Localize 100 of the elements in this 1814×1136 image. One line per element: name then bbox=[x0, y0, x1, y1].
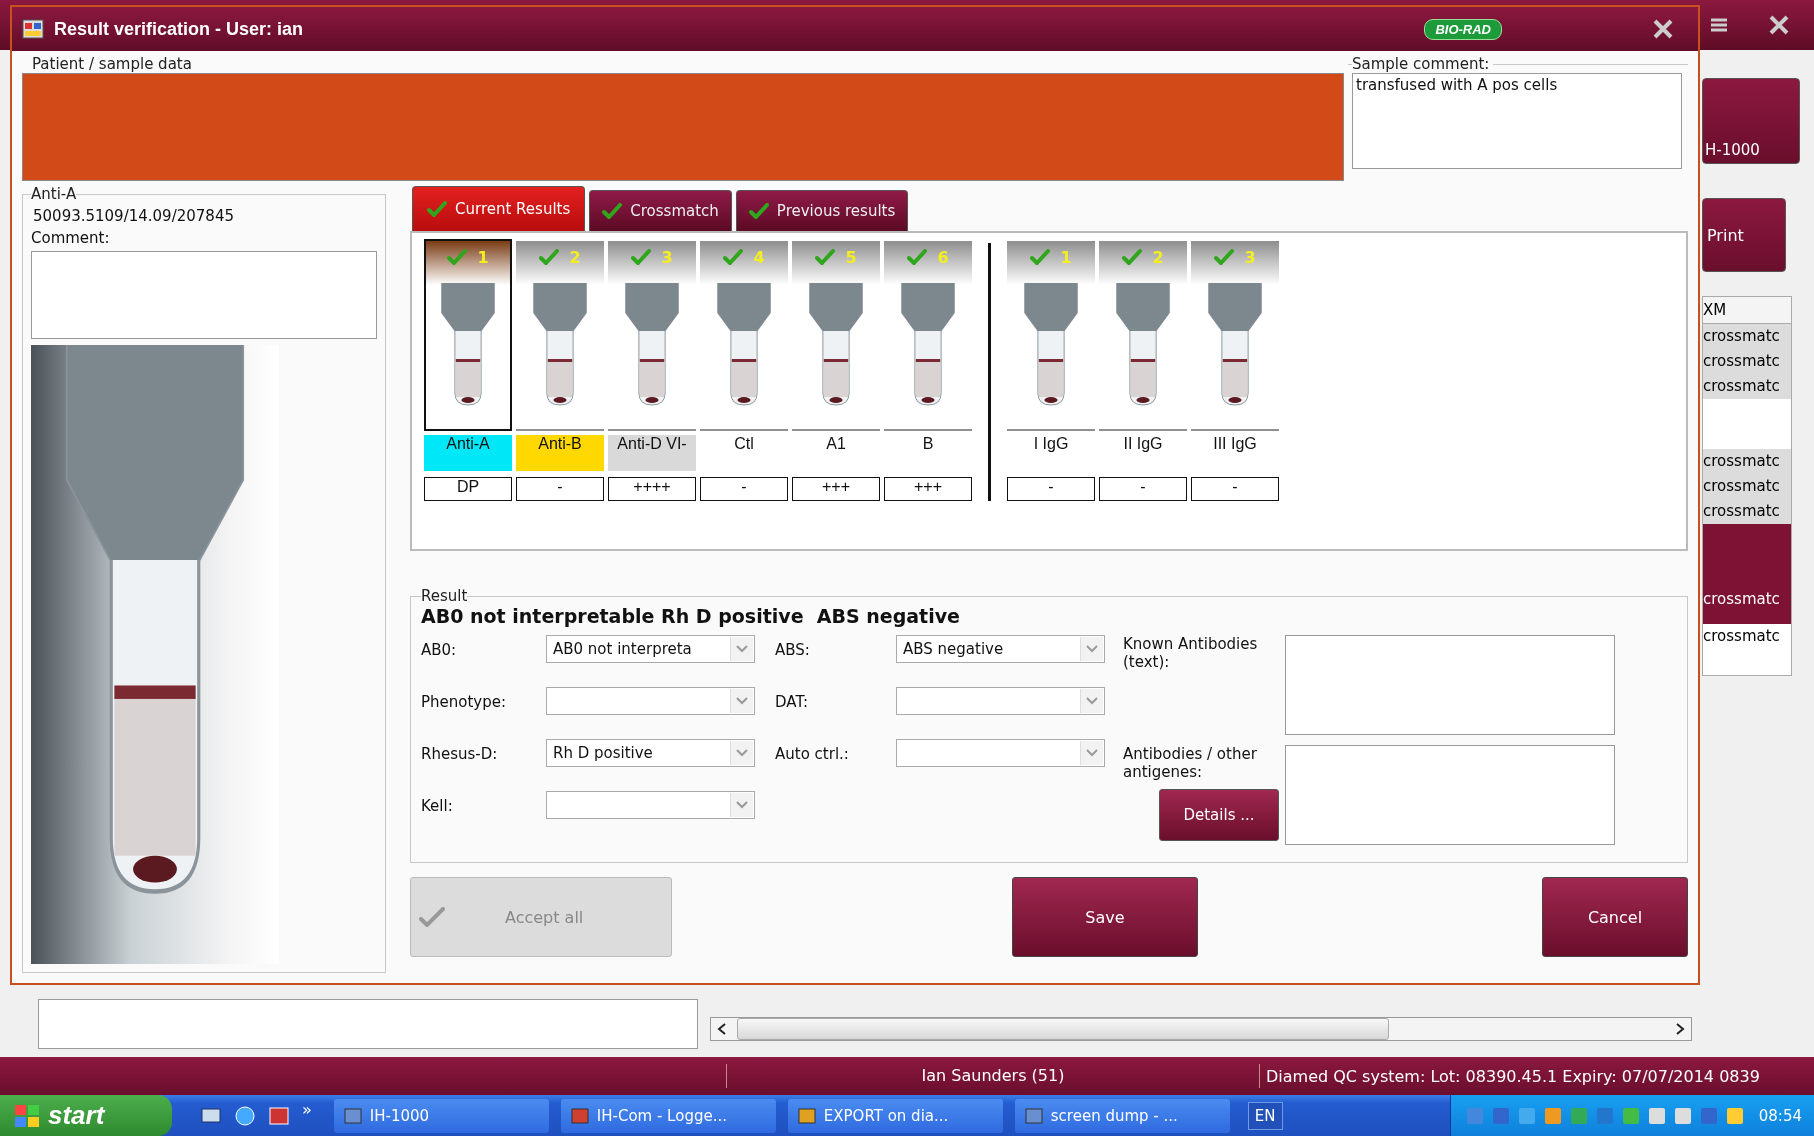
dropdown[interactable]: AB0 not interpreta bbox=[546, 635, 755, 663]
tray-icon[interactable] bbox=[1594, 1105, 1615, 1126]
tray-icon[interactable] bbox=[1542, 1105, 1563, 1126]
action-button[interactable]: Save bbox=[1012, 877, 1198, 957]
dropdown[interactable] bbox=[546, 791, 755, 819]
check-icon bbox=[427, 200, 447, 218]
tray-icon[interactable] bbox=[1620, 1105, 1641, 1126]
dropdown[interactable] bbox=[546, 687, 755, 715]
list-row[interactable]: crossmatc bbox=[1703, 524, 1791, 624]
taskbar-button[interactable]: EXPORT on dia... bbox=[787, 1098, 1003, 1133]
column-header[interactable]: XM bbox=[1703, 297, 1791, 324]
tube-label: III IgG bbox=[1212, 435, 1258, 454]
tray-icon[interactable] bbox=[1724, 1105, 1745, 1126]
check-icon bbox=[1030, 248, 1051, 266]
result-cell: - bbox=[516, 477, 604, 501]
dropdown[interactable]: ABS negative bbox=[896, 635, 1105, 663]
caret-icon bbox=[1086, 645, 1098, 653]
taskbar-button[interactable]: screen dump - ... bbox=[1014, 1098, 1230, 1133]
more-button[interactable]: » bbox=[302, 1100, 312, 1119]
tab[interactable]: Crossmatch bbox=[589, 190, 732, 231]
comment-field[interactable]: transfused with A pos cells bbox=[1352, 73, 1682, 169]
tube-label: I IgG bbox=[1032, 435, 1070, 454]
check-icon bbox=[539, 248, 560, 266]
program-icon bbox=[570, 1106, 589, 1125]
program-icon[interactable] bbox=[268, 1104, 290, 1127]
status-user: Ian Saunders (51) bbox=[726, 1064, 1260, 1088]
device-button[interactable]: H-1000 bbox=[1702, 78, 1800, 164]
field-label: Kell: bbox=[421, 796, 454, 817]
tube-number: 3 bbox=[1244, 247, 1256, 267]
tube-number: 6 bbox=[937, 247, 949, 267]
result-summary: AB0 not interpretable Rh D positive ABS negative bbox=[421, 605, 961, 627]
window-button-icon[interactable] bbox=[1710, 17, 1728, 33]
tab[interactable]: Previous results bbox=[735, 190, 909, 231]
result-cell: ++++ bbox=[608, 477, 696, 501]
group-label: Sample comment: bbox=[1352, 55, 1491, 73]
list-row[interactable]: crossmatc bbox=[1703, 474, 1791, 499]
tab[interactable]: Current Results bbox=[412, 186, 586, 231]
tray-icon[interactable] bbox=[1646, 1105, 1667, 1126]
taskbar-button[interactable]: IH-Com - Logge... bbox=[560, 1098, 776, 1133]
field-label: AB0: bbox=[421, 640, 458, 661]
close-icon[interactable] bbox=[1768, 15, 1790, 35]
action-button[interactable]: Cancel bbox=[1542, 877, 1688, 957]
caret-icon bbox=[736, 697, 748, 705]
dropdown[interactable] bbox=[896, 739, 1105, 767]
language-indicator[interactable]: EN bbox=[1247, 1101, 1283, 1130]
windows-logo-icon bbox=[14, 1103, 40, 1128]
list-row[interactable]: crossmatc bbox=[1703, 349, 1791, 374]
tray-icon[interactable] bbox=[1490, 1105, 1511, 1126]
tray-icon[interactable] bbox=[1698, 1105, 1719, 1126]
tube-label: Anti-D VI- bbox=[608, 435, 696, 471]
result-cell: +++ bbox=[792, 477, 880, 501]
close-icon[interactable] bbox=[1652, 19, 1674, 39]
result-cell: - bbox=[1007, 477, 1095, 501]
app-icon bbox=[22, 19, 44, 39]
result-cell: - bbox=[700, 477, 788, 501]
start-button[interactable]: start bbox=[0, 1095, 172, 1136]
print-button[interactable]: Print bbox=[1702, 198, 1786, 272]
list-row[interactable]: crossmatc bbox=[1703, 499, 1791, 524]
status-qc-info: Diamed QC system: Lot: 08390.45.1 Expiry: 07/07/2014 0839 bbox=[1265, 1066, 1760, 1086]
horizontal-scrollbar[interactable] bbox=[710, 1017, 1692, 1041]
taskbar-button[interactable]: IH-1000 bbox=[333, 1098, 549, 1133]
field-label: ABS: bbox=[774, 640, 811, 661]
list-row[interactable]: crossmatc bbox=[1703, 324, 1791, 349]
field-label: Known Antibodies (text): bbox=[1123, 635, 1259, 673]
check-icon bbox=[602, 202, 623, 220]
field-label: Phenotype: bbox=[421, 692, 508, 713]
text-field[interactable] bbox=[1285, 745, 1615, 845]
tube-label: Anti-B bbox=[516, 435, 604, 471]
dropdown[interactable] bbox=[896, 687, 1105, 715]
tube-number: 2 bbox=[569, 247, 581, 267]
list-row[interactable]: crossmatc bbox=[1703, 374, 1791, 399]
check-icon bbox=[907, 248, 928, 266]
result-cell: - bbox=[1191, 477, 1279, 501]
check-icon bbox=[1214, 248, 1235, 266]
tray-icon[interactable] bbox=[1672, 1105, 1693, 1126]
field-label: Auto ctrl.: bbox=[774, 744, 850, 765]
tray-icon[interactable] bbox=[1516, 1105, 1537, 1126]
program-icon bbox=[797, 1106, 816, 1125]
caret-icon bbox=[736, 801, 748, 809]
logo: BIO-RAD bbox=[1424, 18, 1502, 40]
check-icon bbox=[815, 248, 836, 266]
browser-icon[interactable] bbox=[234, 1104, 256, 1127]
list-row[interactable]: crossmatc bbox=[1703, 624, 1791, 649]
tube-label: B bbox=[921, 435, 935, 454]
program-icon bbox=[343, 1106, 362, 1125]
field-label: Antibodies / other antigenes: bbox=[1123, 745, 1258, 781]
details-button[interactable]: Details ... bbox=[1159, 789, 1279, 841]
result-cell: DP bbox=[424, 477, 512, 501]
comment-field[interactable] bbox=[31, 251, 377, 339]
dropdown[interactable]: Rh D positive bbox=[546, 739, 755, 767]
text-field[interactable] bbox=[38, 999, 698, 1049]
field-label: Rhesus-D: bbox=[421, 744, 499, 765]
caret-icon bbox=[1086, 697, 1098, 705]
caret-icon bbox=[736, 749, 748, 757]
text-field[interactable] bbox=[1285, 635, 1615, 735]
window-title: Result verification - User: ian bbox=[54, 18, 304, 40]
result-cell: - bbox=[1099, 477, 1187, 501]
field-label: DAT: bbox=[774, 692, 809, 713]
tube-label: A1 bbox=[825, 435, 847, 454]
check-icon bbox=[419, 907, 445, 927]
